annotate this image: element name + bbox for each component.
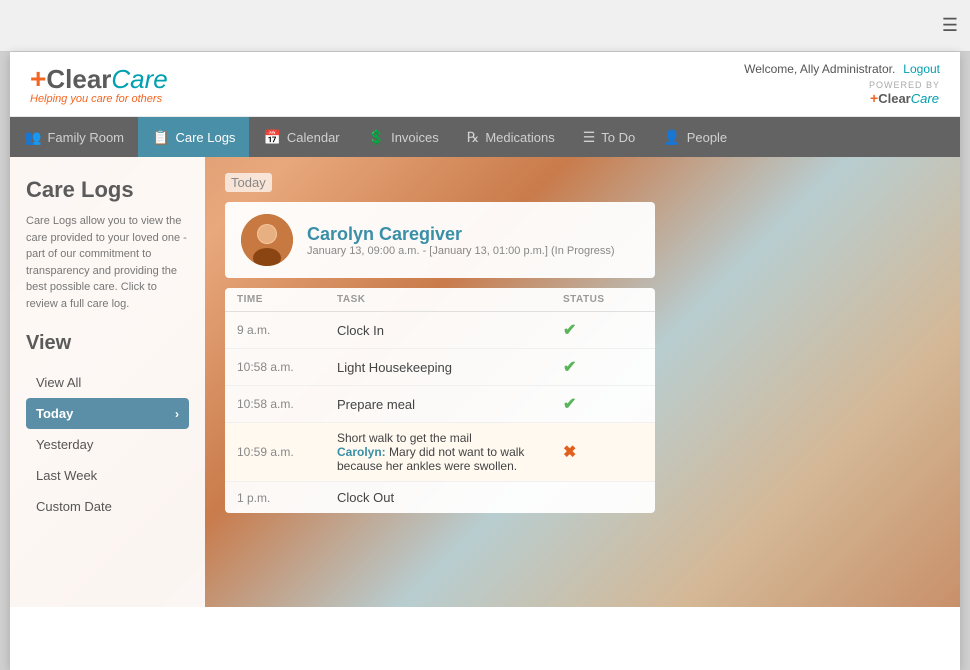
x-icon: ✖ — [563, 442, 576, 462]
task-time: 10:58 a.m. — [237, 360, 337, 374]
avatar-image — [241, 214, 293, 266]
sidebar-item-view-all-label: View All — [36, 375, 81, 390]
header-time: TIME — [237, 294, 337, 305]
task-name: Light Housekeeping — [337, 360, 563, 375]
task-status: ✖ — [563, 442, 643, 462]
task-status: ✔ — [563, 320, 643, 340]
task-note: Short walk to get the mail Carolyn: Mary… — [337, 431, 563, 473]
caregiver-info: Carolyn Caregiver January 13, 09:00 a.m.… — [307, 224, 615, 257]
task-time: 10:59 a.m. — [237, 445, 337, 459]
task-name: Clock In — [337, 323, 563, 338]
nav-item-people[interactable]: 👤 People — [649, 117, 741, 157]
powered-logo: + Clear Care — [870, 90, 939, 106]
sidebar-item-yesterday-label: Yesterday — [36, 437, 93, 452]
todo-icon: ☰ — [583, 129, 596, 146]
logo-tagline: Helping you care for others — [30, 93, 168, 105]
view-section-title: View — [26, 332, 189, 355]
avatar — [241, 214, 293, 266]
table-row: 10:58 a.m. Prepare meal ✔ — [225, 386, 655, 423]
calendar-icon: 📅 — [263, 129, 280, 146]
sidebar-item-custom-date-label: Custom Date — [36, 499, 112, 514]
check-icon: ✔ — [563, 357, 576, 377]
powered-care: Care — [911, 91, 939, 106]
table-row: 10:58 a.m. Light Housekeeping ✔ — [225, 349, 655, 386]
nav-label-care-logs: Care Logs — [175, 130, 235, 145]
table-row: 10:59 a.m. Short walk to get the mail Ca… — [225, 423, 655, 482]
sidebar-item-last-week-label: Last Week — [36, 468, 97, 483]
browser-chrome: ☰ — [0, 0, 970, 52]
nav-label-calendar: Calendar — [287, 130, 340, 145]
caregiver-name: Carolyn Caregiver — [307, 224, 615, 245]
sidebar-item-view-all[interactable]: View All — [26, 367, 189, 398]
task-table: TIME TASK STATUS 9 a.m. Clock In ✔ 10:58… — [225, 288, 655, 513]
header-task: TASK — [337, 294, 563, 305]
task-time: 1 p.m. — [237, 491, 337, 505]
nav-label-people: People — [687, 130, 727, 145]
table-row: 9 a.m. Clock In ✔ — [225, 312, 655, 349]
main-content: Care Logs Care Logs allow you to view th… — [10, 157, 960, 607]
header-right: Welcome, Ally Administrator. Logout POWE… — [744, 62, 940, 106]
care-logs-icon: 📋 — [152, 129, 169, 146]
logo-care: Care — [111, 64, 167, 95]
caregiver-card[interactable]: Carolyn Caregiver January 13, 09:00 a.m.… — [225, 202, 655, 278]
sidebar-item-custom-date[interactable]: Custom Date — [26, 491, 189, 522]
task-time: 10:58 a.m. — [237, 397, 337, 411]
today-label: Today — [225, 173, 272, 192]
logo: + Clear Care — [30, 64, 168, 95]
logo-plus: + — [30, 65, 46, 93]
sidebar-item-yesterday[interactable]: Yesterday — [26, 429, 189, 460]
sidebar-description: Care Logs allow you to view the care pro… — [26, 213, 189, 312]
task-name: Clock Out — [337, 490, 563, 505]
nav-label-medications: Medications — [485, 130, 554, 145]
sidebar-item-today-label: Today — [36, 406, 73, 421]
nav-label-family-room: Family Room — [47, 130, 124, 145]
nav-item-medications[interactable]: ℞ Medications — [453, 117, 569, 157]
nav-label-invoices: Invoices — [391, 130, 439, 145]
people-icon: 👤 — [663, 129, 680, 146]
nav-item-invoices[interactable]: 💲 Invoices — [354, 117, 453, 157]
task-name: Prepare meal — [337, 397, 563, 412]
sidebar: Care Logs Care Logs allow you to view th… — [10, 157, 205, 607]
powered-clear: Clear — [878, 91, 911, 106]
nav-item-care-logs[interactable]: 📋 Care Logs — [138, 117, 249, 157]
welcome-text: Welcome, Ally Administrator. — [744, 62, 895, 76]
nav-item-family-room[interactable]: 👥 Family Room — [10, 117, 138, 157]
task-note-caregiver: Carolyn: — [337, 445, 386, 459]
invoices-icon: 💲 — [368, 129, 385, 146]
sidebar-item-today[interactable]: Today › — [26, 398, 189, 429]
nav-label-todo: To Do — [601, 130, 635, 145]
medications-icon: ℞ — [467, 129, 480, 146]
task-time: 9 a.m. — [237, 323, 337, 337]
task-note-main: Short walk to get the mail — [337, 431, 563, 445]
header: + Clear Care Helping you care for others… — [10, 52, 960, 117]
table-header: TIME TASK STATUS — [225, 288, 655, 312]
logo-area: + Clear Care Helping you care for others — [30, 64, 168, 105]
header-status: STATUS — [563, 294, 643, 305]
app-window: + Clear Care Helping you care for others… — [10, 52, 960, 670]
powered-plus: + — [870, 90, 878, 106]
nav-bar: 👥 Family Room 📋 Care Logs 📅 Calendar 💲 I… — [10, 117, 960, 157]
task-status: ✔ — [563, 357, 643, 377]
nav-item-todo[interactable]: ☰ To Do — [569, 117, 650, 157]
nav-item-calendar[interactable]: 📅 Calendar — [249, 117, 353, 157]
logo-clear: Clear — [46, 64, 111, 95]
today-chevron-icon: › — [175, 407, 179, 421]
powered-by: POWERED BY + Clear Care — [869, 80, 940, 106]
check-icon: ✔ — [563, 394, 576, 414]
check-icon: ✔ — [563, 320, 576, 340]
task-status: ✔ — [563, 394, 643, 414]
task-note-detail: Carolyn: Mary did not want to walk becau… — [337, 445, 563, 473]
care-log-area: Today Carolyn Caregiver January 13, 09:0… — [205, 157, 960, 607]
sidebar-item-last-week[interactable]: Last Week — [26, 460, 189, 491]
logout-link[interactable]: Logout — [903, 62, 940, 76]
table-row: 1 p.m. Clock Out — [225, 482, 655, 513]
sidebar-title: Care Logs — [26, 177, 189, 203]
powered-by-text: POWERED BY — [869, 80, 940, 90]
caregiver-date: January 13, 09:00 a.m. - [January 13, 01… — [307, 245, 615, 257]
family-room-icon: 👥 — [24, 129, 41, 146]
hamburger-icon[interactable]: ☰ — [942, 15, 958, 36]
